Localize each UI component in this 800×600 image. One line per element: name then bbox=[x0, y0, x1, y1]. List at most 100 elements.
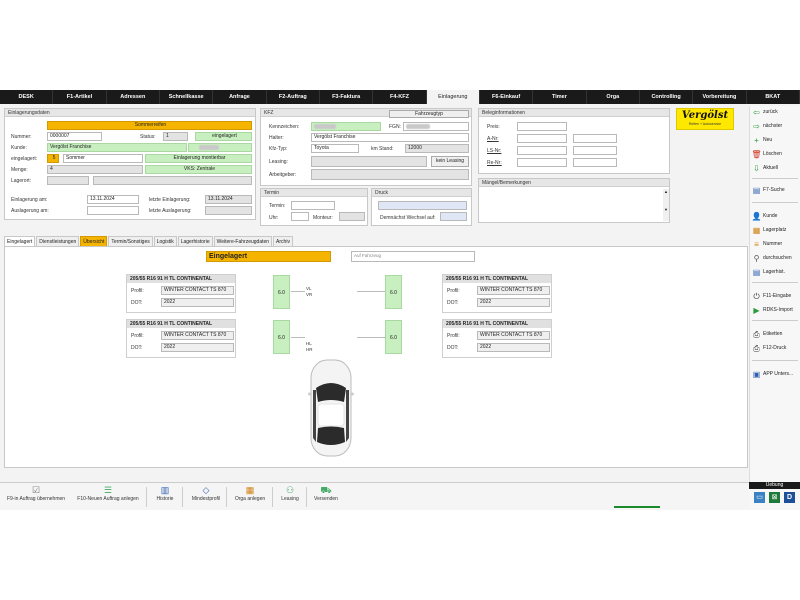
kfztyp-field[interactable]: Toyota bbox=[311, 144, 359, 153]
druck-select-field[interactable] bbox=[378, 201, 467, 210]
tire-card-front-left[interactable]: 205/55 R16 91 H TL CONTINENTAL Profil: W… bbox=[126, 274, 236, 313]
kfztyp-label: Kfz-Typ: bbox=[269, 146, 288, 152]
menu-item-vorbereitung[interactable]: Vorbereitung bbox=[693, 90, 747, 104]
excel-icon[interactable]: ⊠ bbox=[769, 492, 780, 503]
sidebar-item-neu[interactable]: + Neu bbox=[752, 134, 800, 146]
tab-archiv[interactable]: Archiv bbox=[273, 236, 293, 246]
sidebar-item-f11-eingabe[interactable]: ⏻ F11-Eingabe bbox=[752, 290, 800, 302]
menu-item-f2-auftrag[interactable]: F2-Auftrag bbox=[267, 90, 320, 104]
sidebar-item-app-unters-[interactable]: ▣ APP Unters... bbox=[752, 368, 800, 380]
toolbar-f10-neuen-auftrag-anlegen[interactable]: ☰ F10-Neuen Auftrag anlegen bbox=[72, 485, 144, 509]
pressure-front-left[interactable]: 6.0 bbox=[273, 275, 290, 309]
eingelagert-label: eingelagert: bbox=[11, 156, 38, 162]
kunde-field[interactable]: Vergölst Franchise bbox=[47, 143, 187, 152]
monteur-field[interactable] bbox=[339, 212, 365, 221]
menu-item-controlling[interactable]: Controlling bbox=[640, 90, 694, 104]
nummer-field[interactable]: 0000007 bbox=[47, 132, 102, 141]
uhr-field[interactable] bbox=[291, 212, 309, 221]
montierbar-field: Einlagerung montierbar bbox=[145, 154, 252, 163]
tire-card-rear-right[interactable]: 205/55 R16 91 H TL CONTINENTAL Profil: W… bbox=[442, 319, 552, 358]
arbeitgeber-field[interactable] bbox=[311, 169, 469, 180]
renr-label: Re-Nr: bbox=[487, 160, 502, 166]
tab-logistik[interactable]: Logistik bbox=[153, 236, 177, 246]
sidebar-item-etiketten[interactable]: ⎙ Etiketten bbox=[752, 328, 800, 340]
sidebar-item-f12-druck[interactable]: ⎙ F12-Druck bbox=[752, 342, 800, 354]
tab-weitere-fahrzeugdaten[interactable]: Weitere-Fahrzeugdaten bbox=[213, 236, 273, 246]
sidebar-item-lagerplatz[interactable]: ▦ Lagerplatz bbox=[752, 224, 800, 236]
termin-field[interactable] bbox=[291, 201, 335, 210]
pressure-rear-left[interactable]: 6.0 bbox=[273, 320, 290, 354]
toolbar-leasing[interactable]: ⚇ Leasing bbox=[276, 485, 304, 509]
auslagerung-am-label: Auslagerung am: bbox=[11, 208, 49, 214]
application-window: DESK F1-Artikel Adressen Schnellkasse Anfrag… bbox=[0, 90, 800, 510]
anr-extra-field[interactable] bbox=[573, 134, 617, 143]
renr-extra-field[interactable] bbox=[573, 158, 617, 167]
kennzeichen-field[interactable] bbox=[311, 122, 381, 131]
sidebar-item-durchsuchen[interactable]: ⚲ durchsuchen bbox=[752, 252, 800, 264]
status-number-field[interactable]: 1 bbox=[163, 132, 188, 141]
tab-termin-sonstiges[interactable]: Termin/Sonstiges bbox=[108, 236, 153, 246]
tire-card-front-right[interactable]: 205/55 R16 91 H TL CONTINENTAL Profil: W… bbox=[442, 274, 552, 313]
tire-card-rear-left[interactable]: 205/55 R16 91 H TL CONTINENTAL Profil: W… bbox=[126, 319, 236, 358]
tab--bersicht[interactable]: Übersicht bbox=[80, 236, 108, 246]
menu-item-orga[interactable]: Orga bbox=[587, 90, 640, 104]
menu-item-f6-einkauf[interactable]: F6-Einkauf bbox=[480, 90, 534, 104]
wechsel-field[interactable] bbox=[440, 212, 467, 221]
menu-item-f4-kfz[interactable]: F4-KFZ bbox=[373, 90, 427, 104]
arrow-down-icon: ⇩ bbox=[753, 163, 760, 173]
menu-item-anfrage[interactable]: Anfrage bbox=[213, 90, 267, 104]
pressure-front-right[interactable]: 6.0 bbox=[385, 275, 402, 309]
pressure-rear-right[interactable]: 6.0 bbox=[385, 320, 402, 354]
sidebar-item-lagerhist-[interactable]: ▤ Lagerhist. bbox=[752, 266, 800, 278]
menge-field[interactable]: 4 bbox=[47, 165, 143, 174]
kmstand-field[interactable]: 12000 bbox=[405, 144, 469, 153]
tab-lagerhistorie[interactable]: Lagerhistorie bbox=[177, 236, 213, 246]
menu-item-einlagerung[interactable]: Einlagerung bbox=[426, 90, 480, 104]
sidebar-item-nummer[interactable]: ≡ Nummer bbox=[752, 238, 800, 250]
fgn-field[interactable] bbox=[403, 122, 469, 131]
panel-title: Termin bbox=[261, 189, 367, 197]
profil-field: WINTER CONTACT TS 870 bbox=[161, 331, 234, 340]
auslagerung-am-field[interactable] bbox=[87, 206, 139, 215]
aufnahme-field[interactable]: Auf Fahrzeug bbox=[351, 251, 475, 262]
menu-item-schnellkasse[interactable]: Schnellkasse bbox=[160, 90, 214, 104]
sidebar-item-kunde[interactable]: 👤 Kunde bbox=[752, 210, 800, 222]
toolbar-historie[interactable]: ▥ Historie bbox=[150, 485, 180, 509]
sidebar-item-n-chster[interactable]: ⇨ nächster bbox=[752, 120, 800, 132]
toolbar-divider bbox=[182, 487, 183, 507]
menu-item-bkat[interactable]: BKAT bbox=[747, 90, 800, 104]
tab-dienstleistungen[interactable]: Dienstleistungen bbox=[36, 236, 80, 246]
einlagerung-am-field[interactable]: 13.11.2024 bbox=[87, 195, 139, 204]
fahrzeugtyp-button[interactable]: Fahrzeugtyp bbox=[389, 110, 469, 118]
sidebar-item-rdks-import[interactable]: ▶ RDKS-Import bbox=[752, 304, 800, 316]
sidebar-item-l-schen[interactable]: 🗑 Löschen bbox=[751, 148, 800, 160]
sidebar-item-f7-suche[interactable]: ▤ F7-Suche bbox=[752, 184, 800, 196]
menu-item-f1-artikel[interactable]: F1-Artikel bbox=[53, 90, 107, 104]
preis-field[interactable] bbox=[517, 122, 567, 131]
eingelagert-number-field[interactable]: 5 bbox=[47, 154, 59, 163]
toolbar-versenden[interactable]: ⛟ Versenden bbox=[310, 485, 342, 509]
kein-leasing-button[interactable]: kein Leasing bbox=[431, 156, 469, 167]
menu-item-timer[interactable]: Timer bbox=[533, 90, 587, 104]
lsnr-field[interactable] bbox=[517, 146, 567, 155]
chat-icon[interactable]: ▭ bbox=[754, 492, 765, 503]
renr-field[interactable] bbox=[517, 158, 567, 167]
sidebar-item-aktuell[interactable]: ⇩ Aktuell bbox=[752, 162, 800, 174]
menu-item-adressen[interactable]: Adressen bbox=[107, 90, 160, 104]
halter-field[interactable]: Vergölst Franchise bbox=[311, 133, 469, 142]
sidebar-item-zur-ck[interactable]: ⇦ zurück bbox=[752, 106, 800, 118]
lsnr-extra-field[interactable] bbox=[573, 146, 617, 155]
anr-field[interactable] bbox=[517, 134, 567, 143]
toolbar-f9-in-auftrag-bernehmen[interactable]: ☑ F9-in Auftrag übernehmen bbox=[2, 485, 70, 509]
toolbar-orga-anlegen[interactable]: ▦ Orga anlegen bbox=[230, 485, 270, 509]
maengel-textarea[interactable] bbox=[481, 189, 663, 221]
leasing-field[interactable] bbox=[311, 156, 427, 167]
menu-item-desk[interactable]: DESK bbox=[0, 90, 54, 104]
tab-eingelagert[interactable]: Eingelagert bbox=[4, 236, 36, 246]
lagerort-field[interactable] bbox=[93, 176, 252, 185]
lagerort-code-field[interactable] bbox=[47, 176, 89, 185]
d-app-icon[interactable]: D bbox=[784, 492, 795, 503]
menu-item-f3-faktura[interactable]: F3-Faktura bbox=[320, 90, 374, 104]
toolbar-mindestprofil[interactable]: ◇ Mindestprofil bbox=[186, 485, 226, 509]
maengel-scrollbar[interactable]: ▲ ▼ bbox=[663, 189, 669, 221]
